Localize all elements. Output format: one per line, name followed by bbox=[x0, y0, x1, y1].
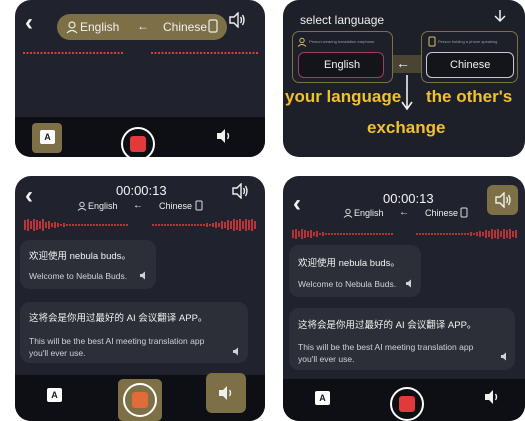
lang-from-label: English bbox=[88, 201, 118, 211]
translate-a-icon: A bbox=[40, 130, 55, 144]
speaker-icon bbox=[219, 386, 232, 400]
waveform bbox=[24, 219, 256, 231]
person-icon bbox=[77, 201, 87, 211]
caption-exchange: exchange bbox=[367, 118, 446, 137]
message-2-chinese: 这将会是你用过最好的 AI 会议翻译 APP。 bbox=[29, 313, 208, 324]
panel-transcript-highlight-controls: ‹ 00:00:13 English ← Chinese 欢迎使用 nebula… bbox=[15, 176, 265, 421]
speaker-outline-icon bbox=[495, 192, 511, 208]
down-arrow-icon[interactable] bbox=[494, 9, 506, 23]
play-audio-icon[interactable] bbox=[500, 352, 509, 361]
lang-to-label: Chinese bbox=[425, 208, 459, 218]
play-audio-icon[interactable] bbox=[139, 271, 148, 280]
speaker-icon[interactable] bbox=[483, 389, 501, 405]
panel-language-bar-highlight: ‹ English ← Chinese A bbox=[15, 0, 265, 157]
waveform-left bbox=[23, 52, 258, 54]
message-1-chinese: 欢迎使用 nebula buds。 bbox=[29, 251, 131, 262]
panel-select-language: select language Person wearing translati… bbox=[283, 0, 525, 157]
message-2-english-line2: you'll ever use. bbox=[298, 354, 355, 364]
message-2-english-line1: This will be the best AI meeting transla… bbox=[298, 342, 474, 352]
phone-icon bbox=[460, 207, 468, 218]
stop-square-icon bbox=[399, 396, 415, 412]
lang-from-label: English bbox=[80, 20, 120, 34]
speaker-icon[interactable] bbox=[215, 128, 233, 144]
phone-icon bbox=[208, 19, 218, 33]
swap-arrow: ← bbox=[133, 200, 143, 211]
caption-the-others: the other's bbox=[426, 87, 513, 106]
translate-a-icon[interactable]: A bbox=[47, 388, 62, 402]
stop-square-icon bbox=[130, 136, 146, 152]
timer: 00:00:13 bbox=[383, 191, 434, 206]
swap-arrow: ← bbox=[399, 207, 409, 218]
message-2-chinese: 这将会是你用过最好的 AI 会议翻译 APP。 bbox=[298, 320, 477, 331]
exchange-pointer-arrow bbox=[401, 75, 413, 111]
back-chevron-icon[interactable]: ‹ bbox=[25, 11, 33, 35]
chinese-button-label: Chinese bbox=[450, 59, 491, 71]
select-language-title: select language bbox=[300, 13, 385, 27]
panel-transcript: ‹ 00:00:13 English ← Chinese 欢迎使用 nebula… bbox=[283, 176, 525, 421]
english-button-label: English bbox=[324, 59, 361, 71]
message-bubble-1 bbox=[289, 245, 421, 297]
swap-arrow: ← bbox=[137, 19, 149, 33]
exchange-arrow: ← bbox=[396, 55, 410, 71]
person-icon bbox=[66, 21, 78, 34]
back-chevron-icon[interactable]: ‹ bbox=[25, 184, 33, 208]
caption-your-language: your language bbox=[285, 87, 402, 106]
speaker-outline-icon[interactable] bbox=[231, 183, 249, 199]
translate-a-icon[interactable]: A bbox=[315, 391, 330, 405]
message-1-english: Welcome to Nebula Buds. bbox=[298, 279, 397, 289]
play-audio-icon[interactable] bbox=[232, 347, 241, 356]
waveform bbox=[292, 229, 517, 239]
message-1-english: Welcome to Nebula Buds. bbox=[29, 271, 128, 281]
message-2-english-line1: This will be the best AI meeting transla… bbox=[29, 336, 205, 346]
message-1-chinese: 欢迎使用 nebula buds。 bbox=[298, 258, 400, 269]
person-icon bbox=[343, 208, 353, 218]
play-audio-icon[interactable] bbox=[405, 279, 414, 288]
stop-square-icon bbox=[132, 392, 148, 408]
back-chevron-icon[interactable]: ‹ bbox=[293, 192, 301, 216]
message-2-english-line2: you'll ever use. bbox=[29, 348, 86, 358]
lang-to-label: Chinese bbox=[159, 201, 193, 211]
lang-to-label: Chinese bbox=[163, 20, 208, 34]
phone-icon bbox=[195, 200, 203, 211]
lang-from-label: English bbox=[354, 208, 384, 218]
timer: 00:00:13 bbox=[116, 183, 167, 198]
speaker-outline-icon[interactable] bbox=[228, 12, 246, 28]
